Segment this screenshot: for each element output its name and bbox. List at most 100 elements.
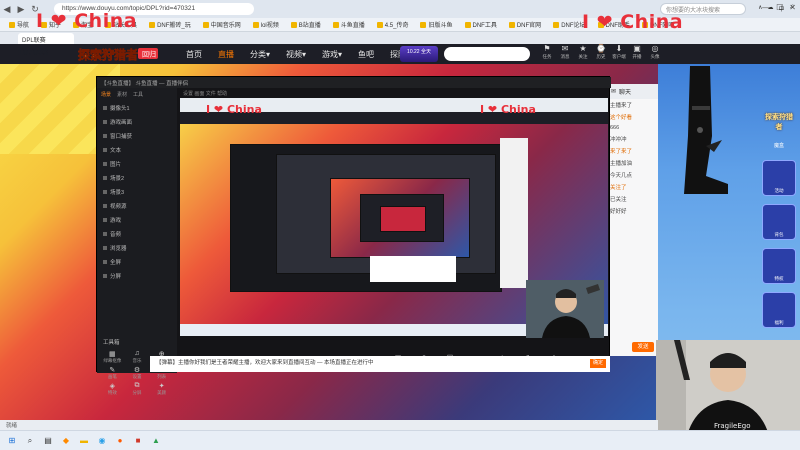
side-badge-label: 背包: [774, 232, 784, 237]
scene-item[interactable]: 场景2: [97, 171, 177, 185]
tool-item[interactable]: ▦ 绿幕抠像: [101, 350, 124, 364]
side-brand-sub: 魔盒: [773, 143, 784, 149]
scene-item[interactable]: 全屏: [97, 255, 177, 269]
bookmark-item[interactable]: 导航: [4, 20, 34, 29]
scene-item[interactable]: 窗口捕获: [97, 129, 177, 143]
scene-item[interactable]: 游戏: [97, 213, 177, 227]
eye-icon[interactable]: [103, 134, 107, 138]
bookmark-label: 斗鱼直播: [340, 23, 365, 29]
eye-icon[interactable]: [103, 274, 107, 278]
bookmark-icon: [508, 21, 515, 28]
bookmark-item[interactable]: DNF工具: [460, 20, 502, 29]
eye-icon[interactable]: [103, 106, 107, 110]
app-2-icon[interactable]: ●: [114, 435, 126, 447]
header-icon-1[interactable]: ✉ 消息: [558, 44, 572, 60]
header-glyph-icon: ⚑: [543, 44, 551, 53]
eye-icon[interactable]: [103, 232, 107, 236]
app-3-icon[interactable]: ■: [132, 435, 144, 447]
tool-icon: ⧉: [134, 382, 140, 389]
notice-ok-button[interactable]: 确定: [590, 359, 606, 368]
tray-icon[interactable]: ∧: [758, 4, 762, 13]
bookmark-item[interactable]: lol视频: [248, 20, 284, 29]
eye-icon[interactable]: [103, 120, 107, 124]
bookmark-item[interactable]: DNF搬砖_玩: [144, 20, 196, 29]
site-search-input[interactable]: [444, 47, 530, 61]
app-1-icon[interactable]: ◆: [60, 435, 72, 447]
app-4-icon[interactable]: ▲: [150, 435, 162, 447]
tool-item[interactable]: ✦ 美颜: [150, 382, 173, 396]
tool-item[interactable]: ♫ 音乐: [126, 350, 149, 364]
chat-send-button[interactable]: 发送: [632, 342, 654, 352]
eye-icon[interactable]: [103, 190, 107, 194]
bookmark-label: DNF工具: [472, 23, 497, 29]
scene-item[interactable]: 分屏: [97, 269, 177, 283]
browser-icon[interactable]: ◉: [96, 435, 108, 447]
chat-panel: ✉ 聊天 主播来了 这个好看 666 冲冲冲 来了来了 主播加油 今天几点 关注了 已关注 好好好…: [606, 84, 658, 356]
start-icon[interactable]: ⊞: [6, 435, 18, 447]
tool-item[interactable]: ⚙ 设置: [126, 366, 149, 380]
scene-item[interactable]: 音频: [97, 227, 177, 241]
nav-item-3[interactable]: 视频▾: [278, 49, 314, 60]
header-icon-2[interactable]: ★ 关注: [576, 44, 590, 60]
scene-item[interactable]: 场景3: [97, 185, 177, 199]
scene-item[interactable]: 摄像头1: [97, 101, 177, 115]
side-badge-0[interactable]: 活动: [762, 160, 796, 196]
side-badge-label: 特权: [774, 276, 784, 281]
scene-item[interactable]: 游戏画面: [97, 115, 177, 129]
nav-item-0[interactable]: 首页: [178, 49, 210, 60]
header-icon-4[interactable]: ⬇ 客户端: [612, 44, 626, 60]
header-icon-5[interactable]: ▣ 开播: [630, 44, 644, 60]
eye-icon[interactable]: [103, 176, 107, 180]
tab-active[interactable]: DPL联赛: [18, 33, 74, 44]
nav-item-5[interactable]: 鱼吧: [350, 49, 382, 60]
header-icon-6[interactable]: ◎ 头像: [648, 44, 662, 60]
eye-icon[interactable]: [103, 162, 107, 166]
back-icon[interactable]: ◀: [0, 2, 14, 16]
eye-icon[interactable]: [103, 218, 107, 222]
eye-icon[interactable]: [103, 246, 107, 250]
scene-item[interactable]: 浏览器: [97, 241, 177, 255]
douyu-logo[interactable]: 探索狩猎者 回归: [76, 45, 162, 63]
scene-item[interactable]: 图片: [97, 157, 177, 171]
tool-item[interactable]: ✎ 画笔: [101, 366, 124, 380]
side-badge-label: 福利: [774, 320, 784, 325]
tray-icon[interactable]: ♫: [790, 4, 795, 13]
search-icon[interactable]: ⌕: [24, 435, 36, 447]
scene-tab-2[interactable]: 工具: [133, 91, 143, 98]
bookmark-item[interactable]: 斗鱼直播: [328, 20, 370, 29]
side-badge-3[interactable]: 福利: [762, 292, 796, 328]
scene-tab-1[interactable]: 素材: [117, 91, 127, 98]
nav-item-2[interactable]: 分类▾: [242, 49, 278, 60]
app-menu[interactable]: 设置 画面 文件 帮助: [179, 88, 611, 98]
bookmark-icon: [376, 21, 383, 28]
header-icon-0[interactable]: ⚑ 任务: [540, 44, 554, 60]
tray-icon[interactable]: ☁: [767, 4, 773, 13]
header-icon-3[interactable]: ⌚ 历史: [594, 44, 608, 60]
scene-item[interactable]: 文本: [97, 143, 177, 157]
promo-banner[interactable]: 10.22 全天: [400, 46, 438, 62]
bookmark-item[interactable]: 中国音乐网: [198, 20, 246, 29]
tray-icon[interactable]: 中: [778, 4, 784, 13]
explorer-icon[interactable]: ▬: [78, 435, 90, 447]
tool-label: 绿幕抠像: [103, 358, 122, 363]
bookmark-item[interactable]: 4.5_传奇: [372, 20, 414, 29]
eye-icon[interactable]: [103, 204, 107, 208]
tool-item[interactable]: ◈ 特效: [101, 382, 124, 396]
bookmark-item[interactable]: B站直播: [286, 20, 326, 29]
tool-item[interactable]: ⧉ 分屏: [126, 382, 149, 396]
eye-icon[interactable]: [103, 260, 107, 264]
side-badge-2[interactable]: 特权: [762, 248, 796, 284]
side-badge-1[interactable]: 背包: [762, 204, 796, 240]
nav-item-1[interactable]: 直播: [210, 49, 242, 60]
taskview-icon[interactable]: ▤: [42, 435, 54, 447]
scene-tab-0[interactable]: 场景: [101, 91, 111, 98]
nav-item-4[interactable]: 游戏▾: [314, 49, 350, 60]
room-id: 107053: [18, 47, 49, 57]
forward-icon[interactable]: ▶: [14, 2, 28, 16]
bookmark-icon: [149, 21, 156, 28]
bookmark-item[interactable]: 旧版斗鱼: [415, 20, 457, 29]
eye-icon[interactable]: [103, 148, 107, 152]
bookmark-item[interactable]: DNF官网: [504, 20, 546, 29]
scene-item[interactable]: 视频源: [97, 199, 177, 213]
tool-label: 列表: [157, 374, 167, 379]
